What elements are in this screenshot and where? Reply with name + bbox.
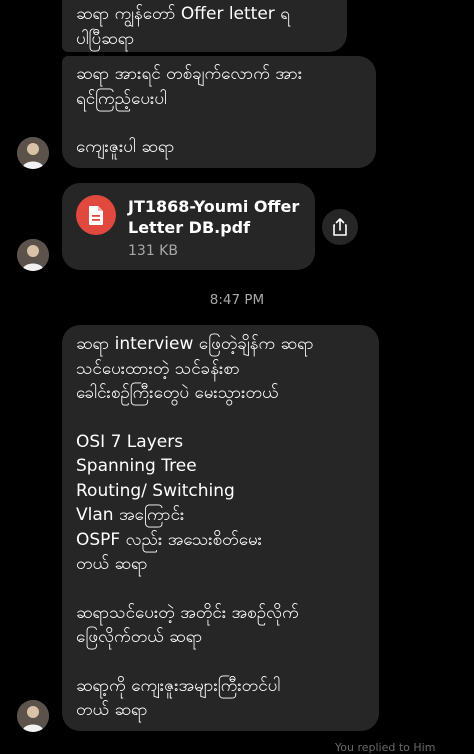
message-text: ဖြေလိုက်တယ် ဆရာ <box>76 627 203 647</box>
file-name: JT1868-Youmi Offer Letter DB.pdf <box>128 197 300 237</box>
message-text: ပါပြီဆရာ <box>76 28 135 49</box>
message-text: ရင်ကြည့်ပေးပါ <box>76 88 167 109</box>
file-attachment[interactable]: JT1868-Youmi Offer Letter DB.pdf 131 KB <box>62 183 315 270</box>
message-text: ကျေးဇူးပါ ဆရာ <box>76 137 175 157</box>
person-photo-icon <box>17 137 49 169</box>
message-text: တယ် ဆရာ <box>76 554 148 574</box>
reply-indicator: You replied to Him <box>335 741 436 754</box>
message-text: ဆရာ့ကို ကျေးဇူးအများကြီးတင်ပါ <box>76 675 281 696</box>
person-photo-icon <box>17 239 49 271</box>
message-text: ဆရာ interview ဖြေတဲ့ချိန်က ဆရာ <box>76 334 314 354</box>
message-text: ခေါင်းစဉ်ကြီးတွေပဲ မေးသွားတယ် <box>76 383 279 403</box>
share-icon <box>333 218 347 236</box>
message-text: တယ် ဆရာ <box>76 700 148 720</box>
message-text: Vlan အကြောင်း <box>76 505 185 525</box>
message-bubble[interactable]: ဆရာ ကျွန်တော် Offer letter ရ ပါပြီဆရာ <box>62 0 347 52</box>
person-photo-icon <box>17 700 49 732</box>
message-text: OSI 7 Layers <box>76 431 184 452</box>
message-text: Routing/ Switching <box>76 480 235 501</box>
message-text: OSPF လည်း အသေးစိတ်မေး <box>76 529 262 550</box>
message-text: သင်ပေးထားတဲ့ သင်ခန်းစာ <box>76 358 240 379</box>
file-size: 131 KB <box>128 243 178 259</box>
share-button[interactable] <box>322 209 358 245</box>
message-text: ဆရာ အားရင် တစ်ချက်လောက် အား <box>76 64 303 84</box>
message-text: Spanning Tree <box>76 456 197 476</box>
message-bubble[interactable]: ဆရာ interview ဖြေတဲ့ချိန်က ဆရာ သင်ပေးထား… <box>62 325 379 731</box>
message-text: ဆရာ ကျွန်တော် Offer letter ရ <box>76 4 290 24</box>
avatar[interactable] <box>17 239 49 271</box>
message-timestamp: 8:47 PM <box>209 292 265 308</box>
document-icon <box>76 195 116 235</box>
message-bubble[interactable]: ဆရာ အားရင် တစ်ချက်လောက် အား ရင်ကြည့်ပေးပ… <box>62 56 376 168</box>
avatar[interactable] <box>17 700 49 732</box>
avatar[interactable] <box>17 137 49 169</box>
message-text: ဆရာသင်ပေးတဲ့ အတိုင်း အစဉ်လိုက် <box>76 602 299 623</box>
